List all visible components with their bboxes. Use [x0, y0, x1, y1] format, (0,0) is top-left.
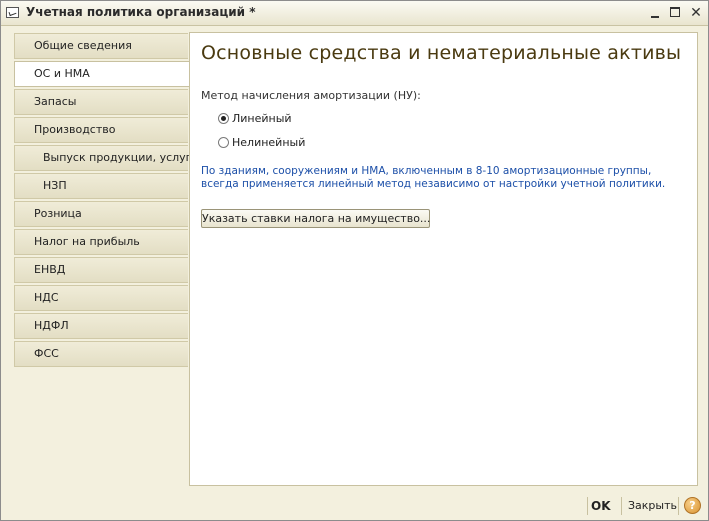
window: Учетная политика организаций * ✕ Общие с… — [0, 0, 709, 521]
app-icon — [6, 7, 19, 18]
radio-linear-label: Линейный — [232, 112, 292, 125]
sidebar-item-inventory[interactable]: Запасы — [14, 89, 188, 115]
close-button[interactable]: Закрыть — [628, 499, 677, 512]
content-panel: Основные средства и нематериальные актив… — [189, 32, 698, 486]
sidebar-item-envd[interactable]: ЕНВД — [14, 257, 188, 283]
property-tax-rates-button[interactable]: Указать ставки налога на имущество... — [201, 209, 430, 228]
depreciation-method-label: Метод начисления амортизации (НУ): — [201, 89, 421, 102]
title-bar[interactable]: Учетная политика организаций * ✕ — [1, 1, 708, 26]
page-title: Основные средства и нематериальные актив… — [201, 42, 682, 64]
sidebar-item-retail[interactable]: Розница — [14, 201, 188, 227]
sidebar-nav: Общие сведения ОС и НМА Запасы Производс… — [14, 33, 191, 368]
minimize-icon — [651, 16, 659, 18]
sidebar-item-vat[interactable]: НДС — [14, 285, 188, 311]
footer-bar: OK Закрыть ? — [1, 491, 708, 520]
ok-button[interactable]: OK — [591, 499, 611, 513]
sidebar-item-fixed-assets[interactable]: ОС и НМА — [14, 61, 190, 87]
close-icon: ✕ — [690, 5, 702, 21]
sidebar-item-general[interactable]: Общие сведения — [14, 33, 188, 59]
sidebar-item-ndfl[interactable]: НДФЛ — [14, 313, 188, 339]
help-icon[interactable]: ? — [684, 497, 701, 514]
info-note: По зданиям, сооружениям и НМА, включенны… — [201, 165, 681, 191]
radio-nonlinear-label: Нелинейный — [232, 136, 306, 149]
maximize-button[interactable] — [667, 4, 685, 22]
separator — [678, 497, 679, 515]
minimize-button[interactable] — [647, 4, 665, 22]
separator — [621, 497, 622, 515]
sidebar-item-production[interactable]: Производство — [14, 117, 188, 143]
sidebar-item-profit-tax[interactable]: Налог на прибыль — [14, 229, 188, 255]
window-title: Учетная политика организаций * — [26, 5, 256, 19]
sidebar-item-wip[interactable]: НЗП — [14, 173, 188, 199]
info-note-line-2: всегда применяется линейный метод незави… — [201, 178, 666, 190]
radio-button-checked[interactable] — [218, 113, 229, 124]
sidebar-item-fss[interactable]: ФСС — [14, 341, 188, 367]
info-note-line-1: По зданиям, сооружениям и НМА, включенны… — [201, 165, 652, 177]
close-window-button[interactable]: ✕ — [687, 4, 705, 22]
sidebar-item-product-output[interactable]: Выпуск продукции, услуг — [14, 145, 191, 171]
maximize-icon — [670, 7, 680, 17]
separator — [587, 497, 588, 515]
radio-button-unchecked[interactable] — [218, 137, 229, 148]
